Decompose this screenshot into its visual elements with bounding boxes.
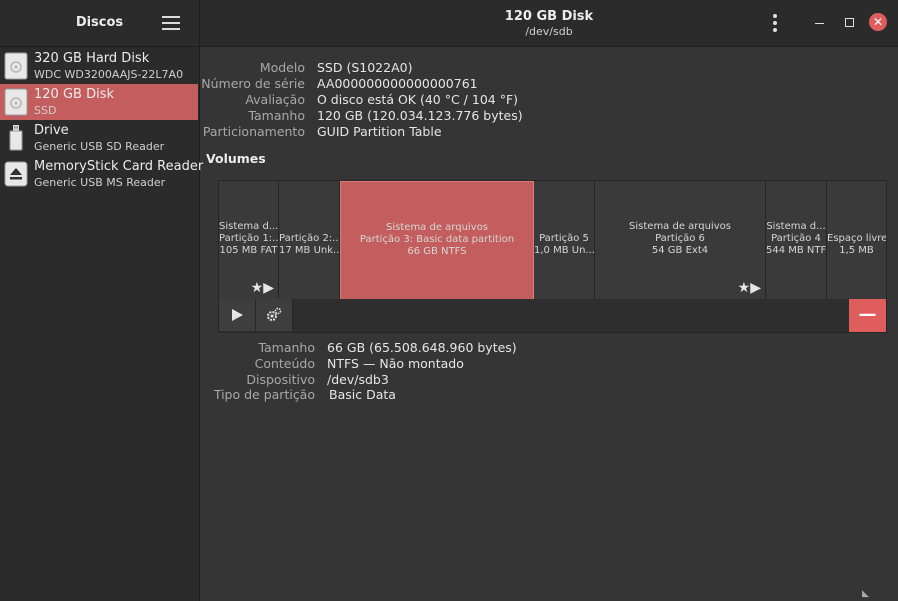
- disk-name: Drive: [34, 123, 69, 138]
- part-size-row: Tamanho: [200, 340, 315, 356]
- part-size-value: 66 GB (65.508.648.960 bytes): [327, 340, 517, 355]
- rating-row: Avaliação: [200, 92, 305, 108]
- part-type-label: Tipo de partição: [213, 387, 315, 402]
- volume-partition-3[interactable]: Sistema de arquivos Partição 3: Basic dat…: [340, 181, 534, 300]
- eject-icon: [4, 161, 28, 187]
- maximize-icon[interactable]: [841, 15, 857, 31]
- model-row: Modelo: [200, 60, 305, 76]
- resize-grip-icon[interactable]: ◣: [862, 589, 869, 599]
- volumes-heading: Volumes: [206, 151, 266, 166]
- disk-model: WDC WD3200AAJS-22L7A0: [34, 68, 184, 81]
- hamburger-menu-icon[interactable]: [162, 16, 180, 30]
- part-content-label: Conteúdo: [254, 356, 315, 371]
- volume-map: Sistema d... Partição 1:... 105 MB FAT ★▶ …: [218, 180, 887, 301]
- model-label: Modelo: [259, 60, 305, 75]
- hard-disk-icon: [4, 52, 28, 80]
- header-bar: 120 GB Disk /dev/sdb ✕: [200, 0, 898, 47]
- disk-item-120gb[interactable]: 120 GB Disk SSD: [0, 84, 198, 120]
- partitioning-label: Particionamento: [202, 124, 305, 139]
- part-device-label: Dispositivo: [246, 372, 315, 387]
- part-content-row: Conteúdo: [200, 356, 315, 372]
- boot-flag-icon: ★▶: [737, 280, 761, 296]
- disk-item-drive[interactable]: Drive Generic USB SD Reader: [0, 120, 198, 156]
- sidebar-header: Discos: [0, 0, 199, 47]
- part-size-label: Tamanho: [258, 340, 315, 355]
- close-icon[interactable]: ✕: [869, 13, 887, 31]
- volume-partition-1[interactable]: Sistema d... Partição 1:... 105 MB FAT ★▶: [219, 181, 279, 300]
- rating-label: Avaliação: [245, 92, 305, 107]
- size-value: 120 GB (120.034.123.776 bytes): [317, 108, 523, 123]
- delete-partition-button[interactable]: —: [849, 299, 886, 332]
- disk-sidebar: Discos 320 GB Hard Disk WDC WD3200AAJS-2…: [0, 0, 203, 601]
- volume-partition-2[interactable]: Partição 2:... 17 MB Unk...: [279, 181, 340, 300]
- disk-item-memorystick[interactable]: MemoryStick Card Reader Generic USB MS R…: [0, 156, 203, 192]
- ssd-icon: [4, 88, 28, 116]
- boot-flag-icon: ★▶: [250, 280, 274, 296]
- serial-value: AA000000000000000761: [317, 76, 478, 91]
- rating-value: O disco está OK (40 °C / 104 °F): [317, 92, 519, 107]
- disk-name: 320 GB Hard Disk: [34, 51, 150, 66]
- disk-model: Generic USB SD Reader: [34, 140, 165, 153]
- size-row: Tamanho: [200, 108, 305, 124]
- disk-path: /dev/sdb: [525, 25, 573, 38]
- usb-drive-icon: [9, 125, 23, 151]
- size-label: Tamanho: [248, 108, 305, 123]
- part-device-value: /dev/sdb3: [327, 372, 389, 387]
- partitioning-value: GUID Partition Table: [317, 124, 442, 139]
- partition-options-button[interactable]: [256, 299, 293, 331]
- part-type-row: Tipo de partição: [200, 387, 315, 403]
- part-type-value: Basic Data: [329, 387, 396, 402]
- more-options-icon[interactable]: [772, 14, 778, 32]
- part-content-value: NTFS — Não montado: [327, 356, 464, 371]
- disk-name: 120 GB Disk: [34, 87, 114, 102]
- disk-model: SSD: [34, 104, 57, 117]
- mount-button[interactable]: [219, 299, 256, 331]
- volume-partition-4[interactable]: Sistema d... Partição 4 544 MB NTFS: [766, 181, 827, 300]
- serial-label: Número de série: [201, 76, 305, 91]
- gears-icon: [267, 307, 282, 321]
- volume-partition-5[interactable]: Partição 5 1,0 MB Un...: [534, 181, 595, 300]
- disk-model: Generic USB MS Reader: [34, 176, 166, 189]
- volume-free-space[interactable]: Espaço livre 1,5 MB: [827, 181, 886, 300]
- minimize-icon[interactable]: [812, 15, 828, 31]
- play-icon: [232, 309, 243, 321]
- disk-title: 120 GB Disk: [504, 9, 594, 24]
- volume-toolbar: —: [218, 299, 887, 333]
- disk-name: MemoryStick Card Reader: [34, 159, 204, 174]
- partitioning-row: Particionamento: [200, 124, 305, 140]
- serial-row: Número de série: [200, 76, 305, 92]
- volume-partition-6[interactable]: Sistema de arquivos Partição 6 54 GB Ext4 …: [595, 181, 766, 300]
- minus-icon: —: [858, 304, 877, 325]
- disk-item-320gb[interactable]: 320 GB Hard Disk WDC WD3200AAJS-22L7A0: [0, 48, 198, 84]
- part-device-row: Dispositivo: [200, 372, 315, 388]
- model-value: SSD (S1022A0): [317, 60, 413, 75]
